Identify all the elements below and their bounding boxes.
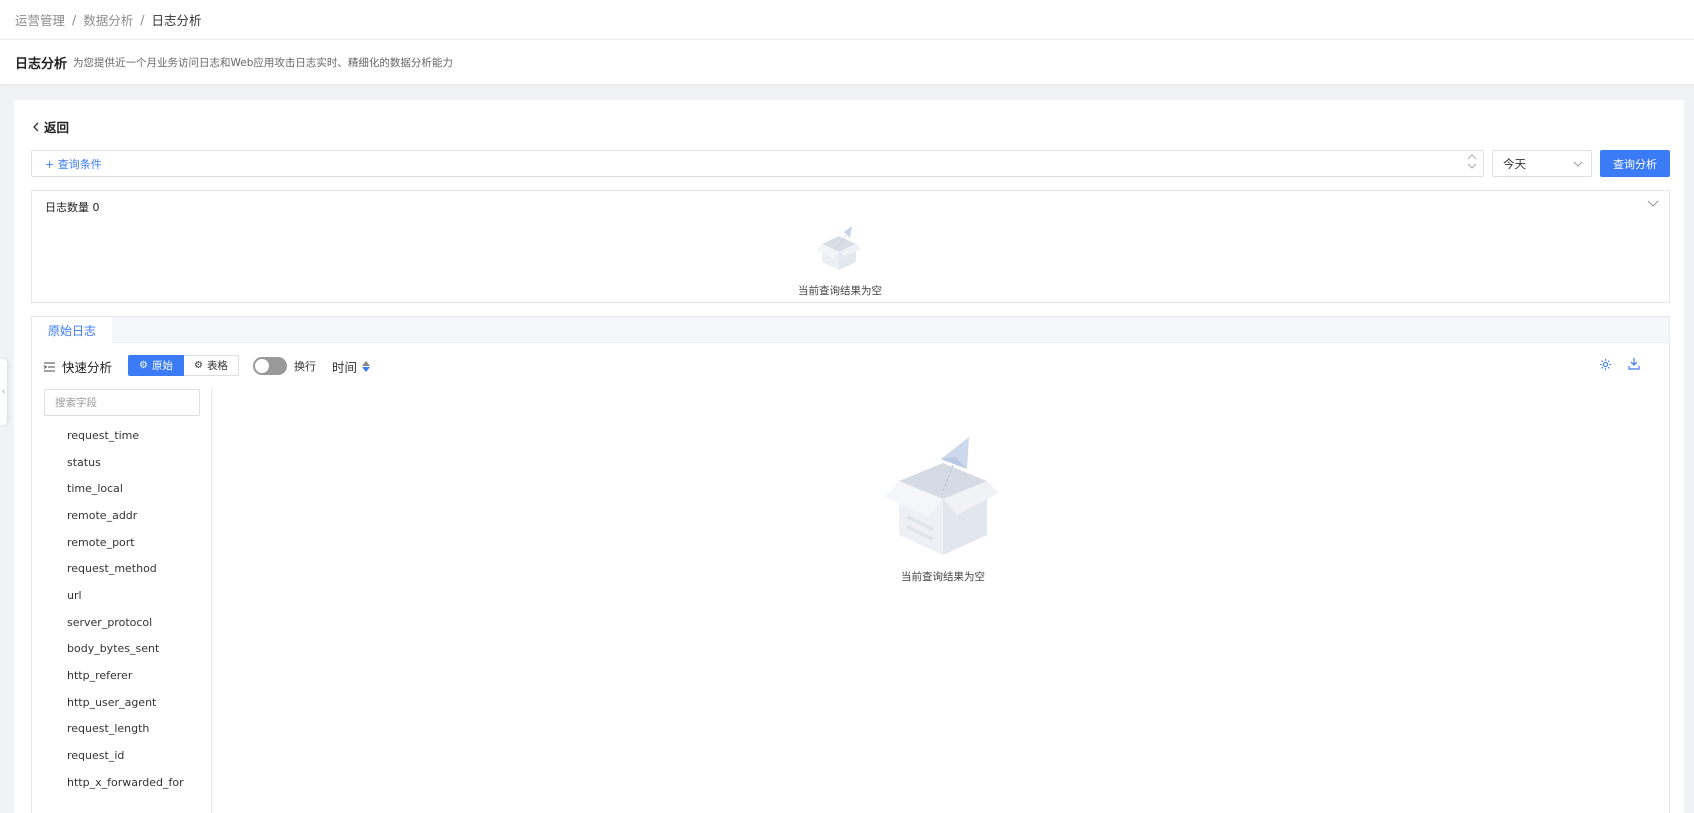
chevron-left-icon: ‹ xyxy=(1,387,6,397)
field-item-body-bytes-sent[interactable]: body_bytes_sent xyxy=(67,636,184,663)
gear-icon: ⚙ xyxy=(139,360,148,371)
chevron-down-icon xyxy=(1573,161,1583,167)
field-item-url[interactable]: url xyxy=(67,582,184,609)
breadcrumb: 运营管理 / 数据分析 / 日志分析 xyxy=(0,0,1694,40)
breadcrumb-item-data-analysis[interactable]: 数据分析 xyxy=(83,10,133,29)
breadcrumb-separator: / xyxy=(140,12,145,27)
download-icon[interactable] xyxy=(1628,357,1640,370)
time-sort-label: 时间 xyxy=(332,360,358,375)
field-item-request-length[interactable]: request_length xyxy=(67,716,184,743)
toggle-knob xyxy=(255,359,269,373)
view-table-label: 表格 xyxy=(206,360,228,372)
field-item-http-referer[interactable]: http_referer xyxy=(67,662,184,689)
tab-raw-log[interactable]: 原始日志 xyxy=(32,317,112,343)
breadcrumb-item-log-analysis: 日志分析 xyxy=(151,13,202,28)
wrap-label: 换行 xyxy=(294,360,316,373)
field-item-request-method[interactable]: request_method xyxy=(67,555,184,582)
raw-log-panel: 原始日志 快速分析 ⚙ 原始 ⚙ 表格 换行 时间 搜索字段 request_t… xyxy=(31,316,1670,813)
chevron-left-icon xyxy=(33,122,39,131)
query-box-spinner[interactable] xyxy=(1467,154,1477,169)
view-raw-label: 原始 xyxy=(151,360,173,372)
view-mode-switch: ⚙ 原始 ⚙ 表格 xyxy=(128,355,239,376)
quick-analysis-label: 快速分析 xyxy=(62,360,113,375)
back-button[interactable]: 返回 xyxy=(32,117,69,136)
caret-up-icon xyxy=(1467,154,1477,160)
field-list: request_time status time_local remote_ad… xyxy=(67,422,184,796)
log-count-label: 日志数量 0 xyxy=(45,201,100,214)
query-analysis-button[interactable]: 查询分析 xyxy=(1600,150,1670,177)
settings-icon[interactable] xyxy=(1599,358,1612,371)
field-item-request-id[interactable]: request_id xyxy=(67,742,184,769)
back-label: 返回 xyxy=(44,120,70,135)
log-count-panel: 日志数量 0 当前查询结果为空 xyxy=(31,190,1670,303)
field-item-http-user-agent[interactable]: http_user_agent xyxy=(67,689,184,716)
field-item-time-local[interactable]: time_local xyxy=(67,475,184,502)
sidebar-collapse-handle[interactable]: ‹ xyxy=(0,359,7,425)
query-condition-input[interactable]: + 查询条件 xyxy=(31,150,1484,177)
field-item-remote-addr[interactable]: remote_addr xyxy=(67,502,184,529)
tab-bar: 原始日志 xyxy=(32,317,1669,343)
date-range-select[interactable]: 今天 xyxy=(1492,150,1592,177)
page-header: 日志分析 为您提供近一个月业务访问日志和Web应用攻击日志实时、精细化的数据分析… xyxy=(0,40,1694,84)
field-list-divider xyxy=(211,389,212,813)
field-item-remote-port[interactable]: remote_port xyxy=(67,529,184,556)
sort-icon xyxy=(362,361,371,372)
field-item-http-x-forwarded-for[interactable]: http_x_forwarded_for xyxy=(67,769,184,796)
caret-down-icon xyxy=(1467,163,1477,169)
gear-icon: ⚙ xyxy=(193,360,203,371)
add-condition-link[interactable]: + 查询条件 xyxy=(45,156,102,172)
time-sort-button[interactable]: 时间 xyxy=(332,357,371,376)
field-item-server-protocol[interactable]: server_protocol xyxy=(67,609,184,636)
main-card: 返回 + 查询条件 今天 查询分析 日志数量 0 当前查询结果为空 原始日志 快… xyxy=(14,100,1684,813)
breadcrumb-item-ops[interactable]: 运营管理 xyxy=(15,10,65,29)
wrap-toggle[interactable] xyxy=(253,357,287,375)
date-range-value: 今天 xyxy=(1503,156,1526,171)
log-toolbar: 快速分析 ⚙ 原始 ⚙ 表格 换行 时间 xyxy=(32,351,1669,379)
chevron-down-icon[interactable] xyxy=(1647,200,1659,207)
field-item-request-time[interactable]: request_time xyxy=(67,422,184,449)
view-table-button[interactable]: ⚙ 表格 xyxy=(183,355,239,376)
empty-result-text: 当前查询结果为空 xyxy=(798,285,882,297)
field-item-status[interactable]: status xyxy=(67,449,184,476)
list-indent-icon xyxy=(44,362,55,371)
page-description: 为您提供近一个月业务访问日志和Web应用攻击日志实时、精细化的数据分析能力 xyxy=(73,56,453,69)
empty-result-text: 当前查询结果为空 xyxy=(901,571,985,583)
field-search-input[interactable] xyxy=(44,389,200,416)
empty-box-icon xyxy=(885,437,999,555)
page-title: 日志分析 xyxy=(15,56,68,72)
quick-analysis-toggle[interactable]: 快速分析 xyxy=(44,357,112,376)
view-raw-button[interactable]: ⚙ 原始 xyxy=(128,355,184,376)
breadcrumb-separator: / xyxy=(72,12,77,27)
empty-box-icon xyxy=(816,226,861,270)
